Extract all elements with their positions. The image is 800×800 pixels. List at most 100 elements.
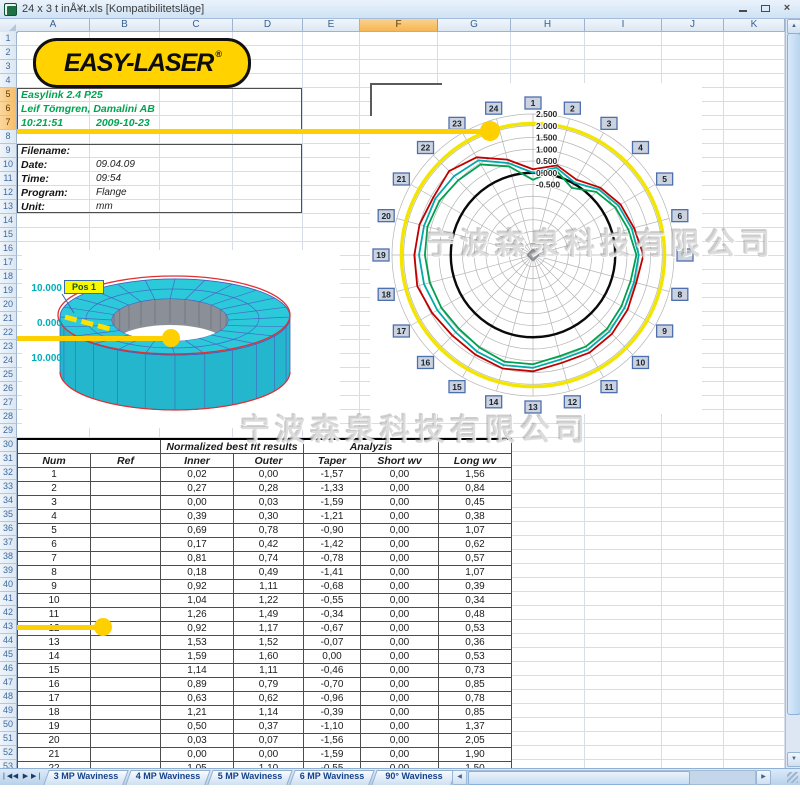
cell-long-wv[interactable]: 0,73 [439,664,512,678]
cell-long-wv[interactable]: 1,07 [439,524,512,538]
row-header-48[interactable]: 48 [0,690,17,704]
cell-ref[interactable] [91,594,161,608]
row-header-1[interactable]: 1 [0,32,17,46]
cell-ref[interactable] [91,510,161,524]
cell-num[interactable]: 4 [18,510,91,524]
row-header-20[interactable]: 20 [0,298,17,312]
cell-ref[interactable] [91,650,161,664]
cell-inner[interactable]: 0,02 [161,468,234,482]
row-header-43[interactable]: 43 [0,620,17,634]
cell-num[interactable]: 16 [18,678,91,692]
cell-long-wv[interactable]: 1,07 [439,566,512,580]
select-all-corner[interactable] [0,18,18,33]
cell-long-wv[interactable]: 0,53 [439,650,512,664]
cell-taper[interactable]: -0,68 [304,580,361,594]
restore-button[interactable] [758,3,772,14]
cell-inner[interactable]: 0,50 [161,720,234,734]
row-header-19[interactable]: 19 [0,284,17,298]
cell-long-wv[interactable]: 1,90 [439,748,512,762]
row-header-51[interactable]: 51 [0,732,17,746]
cell-outer[interactable]: 0,79 [234,678,304,692]
cell-taper[interactable]: -1,59 [304,496,361,510]
cell-inner[interactable]: 1,26 [161,608,234,622]
row-header-41[interactable]: 41 [0,592,17,606]
resize-grip[interactable] [787,772,798,783]
row-header-47[interactable]: 47 [0,676,17,690]
cell-short-wv[interactable]: 0,00 [361,720,439,734]
cell-outer[interactable]: 1,49 [234,608,304,622]
cell-short-wv[interactable]: 0,00 [361,510,439,524]
cell-num[interactable]: 13 [18,636,91,650]
next-sheet-icon[interactable]: ▶ [21,770,30,784]
cell-inner[interactable]: 1,14 [161,664,234,678]
cell-num[interactable]: 18 [18,706,91,720]
column-header-C[interactable]: C [160,18,233,32]
row-header-34[interactable]: 34 [0,494,17,508]
scroll-down-icon[interactable]: ▼ [787,752,800,767]
row-header-21[interactable]: 21 [0,312,17,326]
cell-outer[interactable]: 1,52 [234,636,304,650]
cell-short-wv[interactable]: 0,00 [361,468,439,482]
cell-short-wv[interactable]: 0,00 [361,608,439,622]
cell-short-wv[interactable]: 0,00 [361,566,439,580]
cell-long-wv[interactable]: 0,34 [439,594,512,608]
cell-ref[interactable] [91,496,161,510]
file-info-label[interactable]: Time: [21,173,49,185]
cell-outer[interactable]: 0,28 [234,482,304,496]
col-header-long-wv[interactable]: Long wv [439,454,512,468]
cell-easylink-version[interactable]: Easylink 2.4 P25 [21,89,103,101]
cell-ref[interactable] [91,664,161,678]
col-header-short-wv[interactable]: Short wv [361,454,439,468]
cell-inner[interactable]: 0,89 [161,678,234,692]
cell-short-wv[interactable]: 0,00 [361,622,439,636]
cell-long-wv[interactable]: 0,84 [439,482,512,496]
row-header-45[interactable]: 45 [0,648,17,662]
cell-long-wv[interactable]: 0,78 [439,692,512,706]
tab-6-mp-waviness[interactable]: 6 MP Waviness [292,769,372,785]
cell-outer[interactable]: 1,60 [234,650,304,664]
cell-inner[interactable]: 0,92 [161,580,234,594]
cell-short-wv[interactable]: 0,00 [361,650,439,664]
scroll-right-icon[interactable]: ▶ [756,770,771,785]
cell-long-wv[interactable]: 2,05 [439,734,512,748]
col-header-taper[interactable]: Taper [304,454,361,468]
scroll-left-icon[interactable]: ◀ [452,770,467,785]
row-header-28[interactable]: 28 [0,410,17,424]
cell-author[interactable]: Leif Tömgren, Damalini AB [21,103,155,115]
row-header-49[interactable]: 49 [0,704,17,718]
row-header-30[interactable]: 30 [0,438,17,452]
cell-ref[interactable] [91,692,161,706]
cell-num[interactable]: 2 [18,482,91,496]
cell-ref[interactable] [91,580,161,594]
cell-num[interactable]: 9 [18,580,91,594]
previous-sheet-icon[interactable]: ◀ [11,770,20,784]
row-header-27[interactable]: 27 [0,396,17,410]
cell-outer[interactable]: 1,17 [234,622,304,636]
scroll-up-icon[interactable]: ▲ [787,19,800,34]
cell-inner[interactable]: 0,00 [161,748,234,762]
cell-ref[interactable] [91,552,161,566]
cell-taper[interactable]: -0,46 [304,664,361,678]
row-header-40[interactable]: 40 [0,578,17,592]
tab-90-waviness[interactable]: 90° Waviness [374,769,454,785]
vertical-scroll-thumb[interactable] [787,33,800,715]
cell-num[interactable]: 10 [18,594,91,608]
cell-taper[interactable]: -0,96 [304,692,361,706]
cell-time[interactable]: 10:21:51 [21,117,63,129]
minimize-button[interactable] [736,3,750,14]
cell-long-wv[interactable]: 0,36 [439,636,512,650]
cell-num[interactable]: 6 [18,538,91,552]
cell-long-wv[interactable]: 0,45 [439,496,512,510]
row-header-13[interactable]: 13 [0,200,17,214]
cell-ref[interactable] [91,720,161,734]
cell-num[interactable]: 14 [18,650,91,664]
cell-short-wv[interactable]: 0,00 [361,678,439,692]
column-header-G[interactable]: G [438,18,511,32]
cell-outer[interactable]: 1,11 [234,580,304,594]
cell-ref[interactable] [91,566,161,580]
row-header-12[interactable]: 12 [0,186,17,200]
cell-long-wv[interactable]: 0,53 [439,622,512,636]
cell-taper[interactable]: -1,21 [304,510,361,524]
cell-outer[interactable]: 0,07 [234,734,304,748]
cell-ref[interactable] [91,678,161,692]
